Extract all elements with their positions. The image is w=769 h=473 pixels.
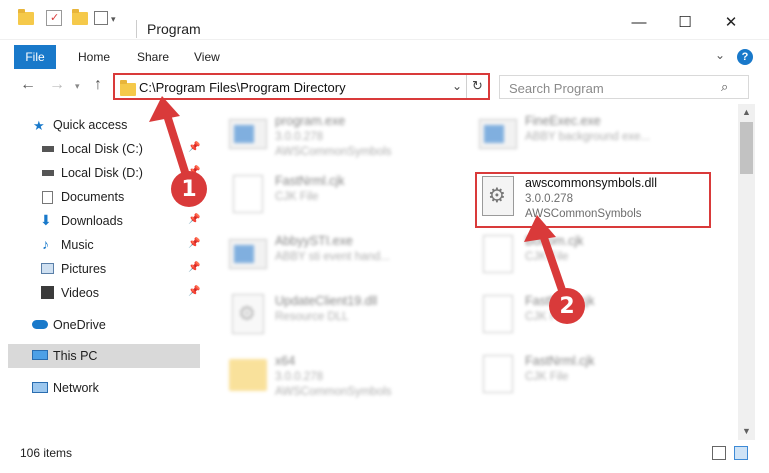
- step-2-callout: 2: [549, 288, 585, 324]
- step-1-callout: 1: [171, 171, 207, 207]
- annotation-arrows: [149, 96, 566, 294]
